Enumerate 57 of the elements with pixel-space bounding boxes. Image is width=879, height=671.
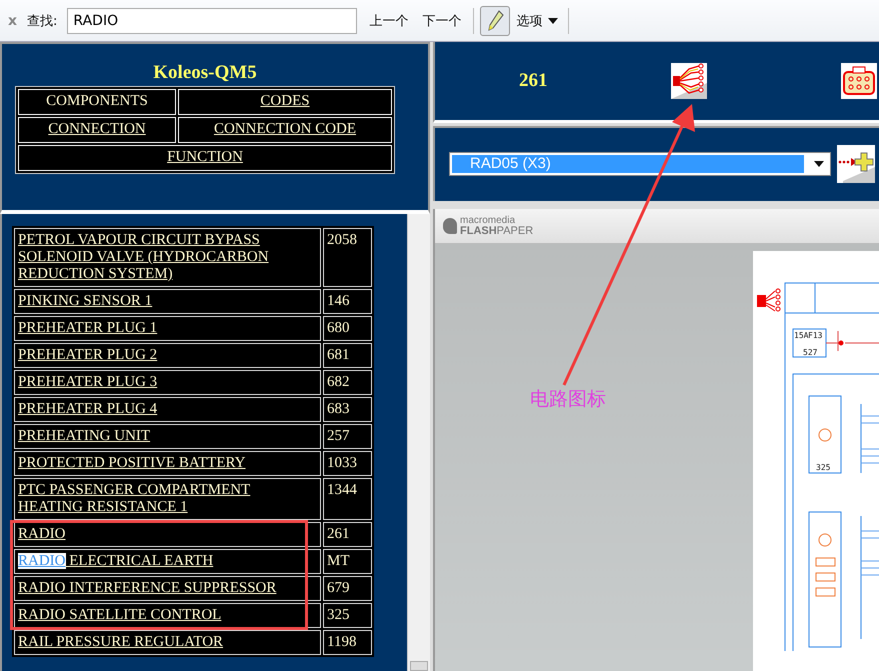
next-button[interactable]: 下一个 xyxy=(420,12,464,30)
component-link[interactable]: RADIO xyxy=(14,522,321,547)
component-link[interactable]: PINKING SENSOR 1 xyxy=(14,289,321,314)
component-link[interactable]: PROTECTED POSITIVE BATTERY xyxy=(14,451,321,476)
logo-text: FLASHPAPER xyxy=(460,226,534,236)
table-cell: 261 xyxy=(323,522,372,547)
component-link[interactable]: PREHEATER PLUG 1 xyxy=(14,316,321,341)
table-cell: 257 xyxy=(323,424,372,449)
table-cell: 1198 xyxy=(323,630,372,655)
circuit-icon[interactable] xyxy=(671,62,707,99)
find-label: 查找: xyxy=(27,12,58,30)
search-field[interactable]: RADIO xyxy=(67,8,358,34)
pencil-icon xyxy=(486,10,504,32)
table-cell: 146 xyxy=(323,289,372,314)
table-cell: MT xyxy=(323,549,372,574)
nav-link[interactable]: CONNECTION CODE xyxy=(178,117,392,143)
previous-button[interactable]: 上一个 xyxy=(367,12,410,30)
add-icon[interactable] xyxy=(837,145,875,184)
component-link[interactable]: PREHEATER PLUG 4 xyxy=(14,397,321,422)
component-link[interactable]: RAIL PRESSURE REGULATOR xyxy=(14,630,321,655)
module-label: 325 xyxy=(816,463,830,472)
component-link[interactable]: RADIO INTERFERENCE SUPPRESSOR xyxy=(14,576,321,601)
connector-icon[interactable] xyxy=(841,62,877,99)
logo-icon xyxy=(443,218,457,234)
component-link[interactable]: PTC PASSENGER COMPARTMENT HEATING RESISTANCE 1 xyxy=(14,478,321,520)
table-cell: 325 xyxy=(323,603,372,628)
logo-text: macromedia xyxy=(460,216,516,226)
supply-label: 527 xyxy=(803,348,818,357)
annotation-label: 电路图标 xyxy=(530,387,606,412)
table-cell: 1344 xyxy=(323,478,372,520)
table-cell: 683 xyxy=(323,397,372,422)
table-cell: 681 xyxy=(323,343,372,368)
table-cell: 1033 xyxy=(323,451,372,476)
nav-link[interactable]: CONNECTION xyxy=(18,117,176,143)
highlight-button[interactable] xyxy=(480,6,510,36)
app-title: Koleos-QM5 xyxy=(152,62,258,84)
table-cell: 2058 xyxy=(323,228,372,287)
caret-icon xyxy=(814,161,824,168)
options-dropdown[interactable]: 选项 xyxy=(516,12,558,30)
table-cell: 679 xyxy=(323,576,372,601)
component-link[interactable]: PREHEATER PLUG 3 xyxy=(14,370,321,395)
fuse-rating: 15A xyxy=(794,331,808,340)
fuse-label: F13 xyxy=(808,331,822,340)
caret-icon xyxy=(548,18,558,24)
component-link[interactable]: RADIO SATELLITE CONTROL xyxy=(14,603,321,628)
scrollbar-thumb[interactable] xyxy=(410,661,428,671)
nav-link[interactable]: CODES xyxy=(178,89,392,115)
component-code: 261 xyxy=(519,70,548,92)
nav-link[interactable]: COMPONENTS xyxy=(18,89,176,115)
component-link[interactable]: PETROL VAPOUR CIRCUIT BYPASS SOLENOID VALVE (HYDROCARBON REDUCTION SYSTEM) xyxy=(14,228,321,287)
component-link[interactable]: PREHEATING UNIT xyxy=(14,424,321,449)
nav-link[interactable]: FUNCTION xyxy=(18,145,392,171)
scrollbar[interactable] xyxy=(407,214,430,671)
table-cell: 682 xyxy=(323,370,372,395)
component-link[interactable]: RADIO ELECTRICAL EARTH xyxy=(14,549,321,574)
component-link[interactable]: PREHEATER PLUG 2 xyxy=(14,343,321,368)
table-cell: 680 xyxy=(323,316,372,341)
